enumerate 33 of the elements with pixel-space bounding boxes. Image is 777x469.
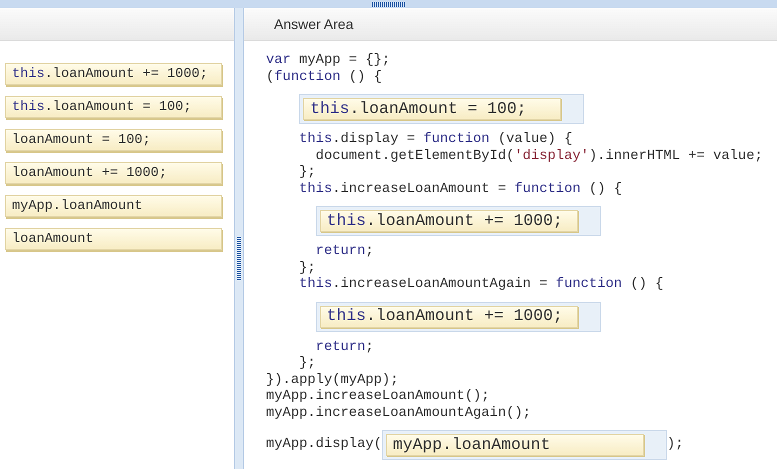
- code-line: this.increaseLoanAmountAgain = function () {: [298, 277, 664, 294]
- answer-slot[interactable]: this.loanAmount += 1000;: [316, 206, 601, 236]
- code-tile[interactable]: loanAmount: [5, 228, 222, 250]
- code-line: document.getElementById('display').innerHTML += value;: [314, 148, 764, 165]
- answer-slot[interactable]: this.loanAmount = 100;: [299, 94, 584, 124]
- code-tile[interactable]: this.loanAmount = 100;: [5, 96, 222, 118]
- resize-grip[interactable]: [372, 2, 406, 6]
- code-line: var myApp = {};: [266, 53, 392, 70]
- panel-title: Answer Area: [244, 8, 777, 41]
- code-line: (function () {: [266, 70, 383, 86]
- code-line: this.display = function (value) {: [298, 132, 574, 148]
- code-tile[interactable]: this.loanAmount += 1000;: [320, 210, 578, 232]
- code-tile[interactable]: myApp.loanAmount: [386, 434, 644, 456]
- code-tile[interactable]: this.loanAmount += 1000;: [320, 306, 578, 328]
- answer-slot[interactable]: this.loanAmount += 1000;: [316, 302, 601, 332]
- answer-slot[interactable]: myApp.loanAmount: [382, 430, 667, 460]
- code-line: }).apply(myApp);: [266, 372, 400, 389]
- code-line: };: [298, 356, 317, 372]
- code-line: myApp.increaseLoanAmount();: [266, 389, 491, 406]
- code-tile[interactable]: this.loanAmount = 100;: [303, 98, 562, 120]
- code-line: };: [298, 260, 317, 277]
- code-text: );: [666, 436, 684, 454]
- code-tile[interactable]: myApp.loanAmount: [5, 195, 222, 217]
- code-line: return;: [314, 340, 375, 356]
- code-tile[interactable]: this.loanAmount += 1000;: [5, 63, 222, 85]
- code-tile[interactable]: loanAmount = 100;: [5, 129, 222, 151]
- code-text: myApp.display(: [266, 436, 382, 454]
- code-line: this.increaseLoanAmount = function () {: [298, 182, 624, 198]
- code-line: return;: [314, 244, 375, 260]
- code-line: myApp.increaseLoanAmountAgain();: [266, 406, 532, 422]
- resize-grip[interactable]: [237, 236, 241, 280]
- code-tile[interactable]: loanAmount += 1000;: [5, 162, 222, 184]
- code-line: };: [298, 165, 317, 182]
